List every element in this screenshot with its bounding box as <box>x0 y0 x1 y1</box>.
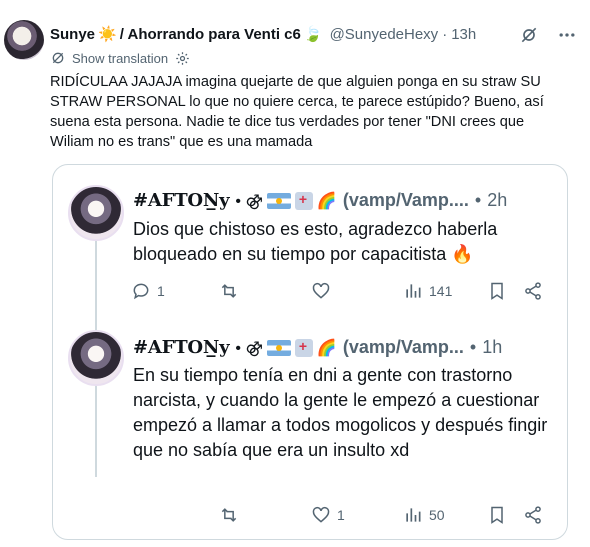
avatar[interactable] <box>4 20 44 60</box>
display-name[interactable]: Sunye <box>50 26 95 43</box>
timestamp[interactable]: 13h <box>451 26 476 43</box>
argentina-flag-icon <box>266 339 291 356</box>
retweet-button[interactable] <box>219 281 239 301</box>
bookmark-icon <box>491 506 503 524</box>
tweet-text: RIDÍCULAA JAJAJA imagina quejarte de que… <box>50 74 544 150</box>
quoted-action-bar: 1 141 <box>131 281 551 305</box>
share-button[interactable] <box>523 505 543 525</box>
separator-dot: • <box>474 190 482 210</box>
like-button[interactable] <box>311 281 331 301</box>
main-tweet: Sunye ☀️ / Ahorrando para Venti c6 🍃 @Su… <box>0 0 590 547</box>
badge-symbols: • ⚣ <box>235 192 263 210</box>
argentina-flag-icon <box>266 192 291 209</box>
quoted-timestamp[interactable]: 2h <box>487 190 507 211</box>
name-badges: • ⚣ 🌈 <box>235 191 337 211</box>
retweet-button[interactable] <box>219 505 239 525</box>
show-translation-link[interactable]: Show translation <box>72 51 168 66</box>
quoted-handle[interactable]: (vamp/Vamp... <box>343 337 464 358</box>
bookmark-button[interactable] <box>487 505 507 525</box>
reply-icon <box>133 283 149 300</box>
like-button[interactable]: 1 <box>311 505 345 525</box>
display-name-suffix[interactable]: / Ahorrando para Venti c6 <box>120 26 301 43</box>
separator-dot: · <box>442 25 448 43</box>
quoted-action-bar: 1 50 <box>131 505 551 529</box>
leaf-emoji: 🍃 <box>303 26 323 43</box>
like-count: 1 <box>337 507 345 523</box>
grok-icon[interactable] <box>518 24 540 46</box>
reply-count: 1 <box>157 283 165 299</box>
more-icon[interactable] <box>556 24 578 46</box>
views-count: 50 <box>429 507 445 523</box>
user-handle[interactable]: @SunyedeHexy <box>330 26 439 43</box>
name-badges: • ⚣ 🌈 <box>235 338 337 358</box>
reply-button[interactable]: 1 <box>131 281 165 301</box>
views-button[interactable]: 50 <box>403 505 445 525</box>
quoted-display-name[interactable]: #AFTON̲y <box>133 190 230 211</box>
quoted-thread-card[interactable]: #AFTON̲y • ⚣ 🌈 (vamp/Vamp.... • 2h Dios … <box>52 164 568 540</box>
views-button[interactable]: 141 <box>403 281 452 301</box>
like-icon <box>312 282 330 299</box>
views-icon <box>406 508 421 522</box>
quoted-tweet-text: En su tiempo tenía en dni a gente con tr… <box>133 365 548 460</box>
retweet-icon <box>221 284 237 298</box>
rainbow-emoji: 🌈 <box>316 339 337 357</box>
tweet-top-actions <box>518 24 578 46</box>
views-count: 141 <box>429 283 453 299</box>
separator-dot: • <box>469 337 477 357</box>
views-icon <box>406 284 421 298</box>
tweet-header: Sunye ☀️ / Ahorrando para Venti c6 🍃 @Su… <box>50 25 476 44</box>
like-icon <box>312 506 330 523</box>
quoted-avatar[interactable] <box>68 330 124 386</box>
settings-gear-icon[interactable] <box>174 50 190 66</box>
quoted-tweet-header: #AFTON̲y • ⚣ 🌈 (vamp/Vamp... • 1h <box>133 337 502 358</box>
bookmark-icon <box>491 282 503 300</box>
share-button[interactable] <box>523 281 543 301</box>
translate-icon <box>50 50 66 66</box>
rainbow-emoji: 🌈 <box>316 192 337 210</box>
bookmark-button[interactable] <box>487 281 507 301</box>
hospital-icon <box>294 191 313 210</box>
quoted-handle[interactable]: (vamp/Vamp.... <box>343 190 469 211</box>
quoted-tweet-text: Dios que chistoso es esto, agradezco hab… <box>133 219 498 264</box>
badge-symbols: • ⚣ <box>235 339 263 357</box>
quoted-timestamp[interactable]: 1h <box>482 337 502 358</box>
translate-row: Show translation <box>50 50 190 66</box>
quoted-avatar[interactable] <box>68 185 124 241</box>
quoted-display-name[interactable]: #AFTON̲y <box>133 337 230 358</box>
hospital-icon <box>294 338 313 357</box>
sun-emoji: ☀️ <box>98 26 117 43</box>
retweet-icon <box>221 508 237 522</box>
quoted-tweet-header: #AFTON̲y • ⚣ 🌈 (vamp/Vamp.... • 2h <box>133 190 507 211</box>
share-icon <box>525 282 541 300</box>
share-icon <box>525 506 541 524</box>
